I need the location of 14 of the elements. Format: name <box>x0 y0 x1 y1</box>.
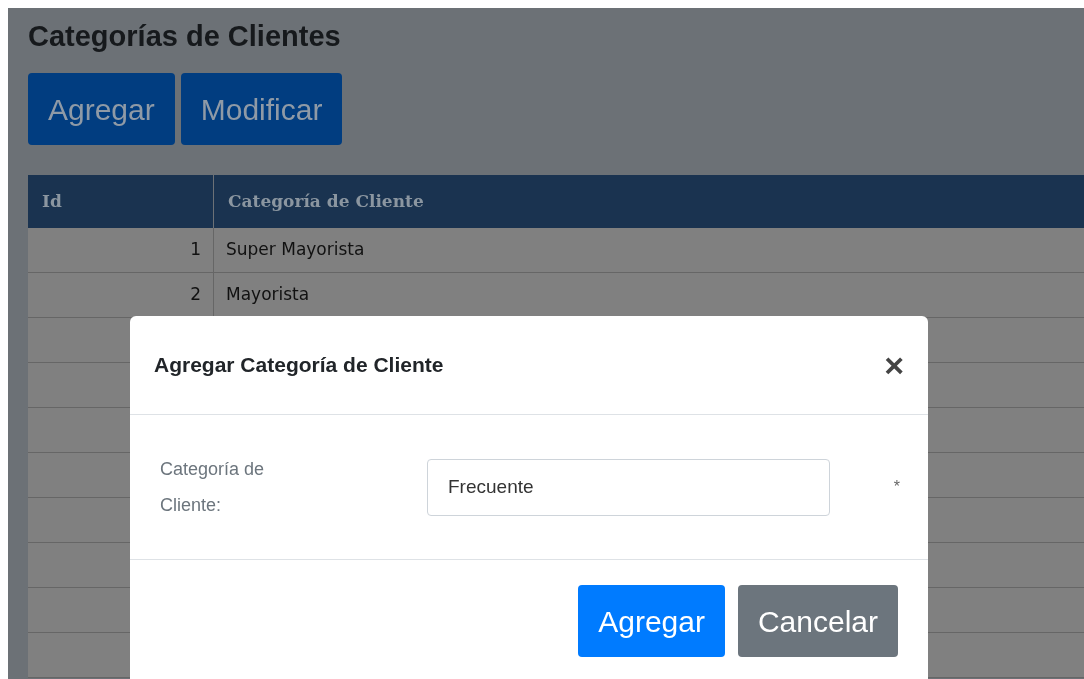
close-button[interactable]: × <box>884 348 904 382</box>
field-label: Categoría de Cliente: <box>160 458 266 517</box>
required-mark: * <box>893 477 900 497</box>
toolbar-button[interactable]: Modificar <box>180 73 343 145</box>
table-cell: 1 <box>28 228 214 272</box>
column-header: Categoría de Cliente <box>227 189 425 213</box>
table-cell-text: Mayorista <box>225 283 311 307</box>
dialog-button[interactable]: Agregar <box>578 585 725 657</box>
toolbar-button[interactable]: Agregar <box>28 73 175 145</box>
dialog-title: Agregar Categoría de Cliente <box>154 352 444 379</box>
dialog-button[interactable]: Cancelar <box>737 585 898 657</box>
table-cell-text: Super Mayorista <box>225 238 366 262</box>
page-title: Categorías de Clientes <box>28 20 341 52</box>
input-field[interactable]: Frecuente <box>427 458 830 516</box>
